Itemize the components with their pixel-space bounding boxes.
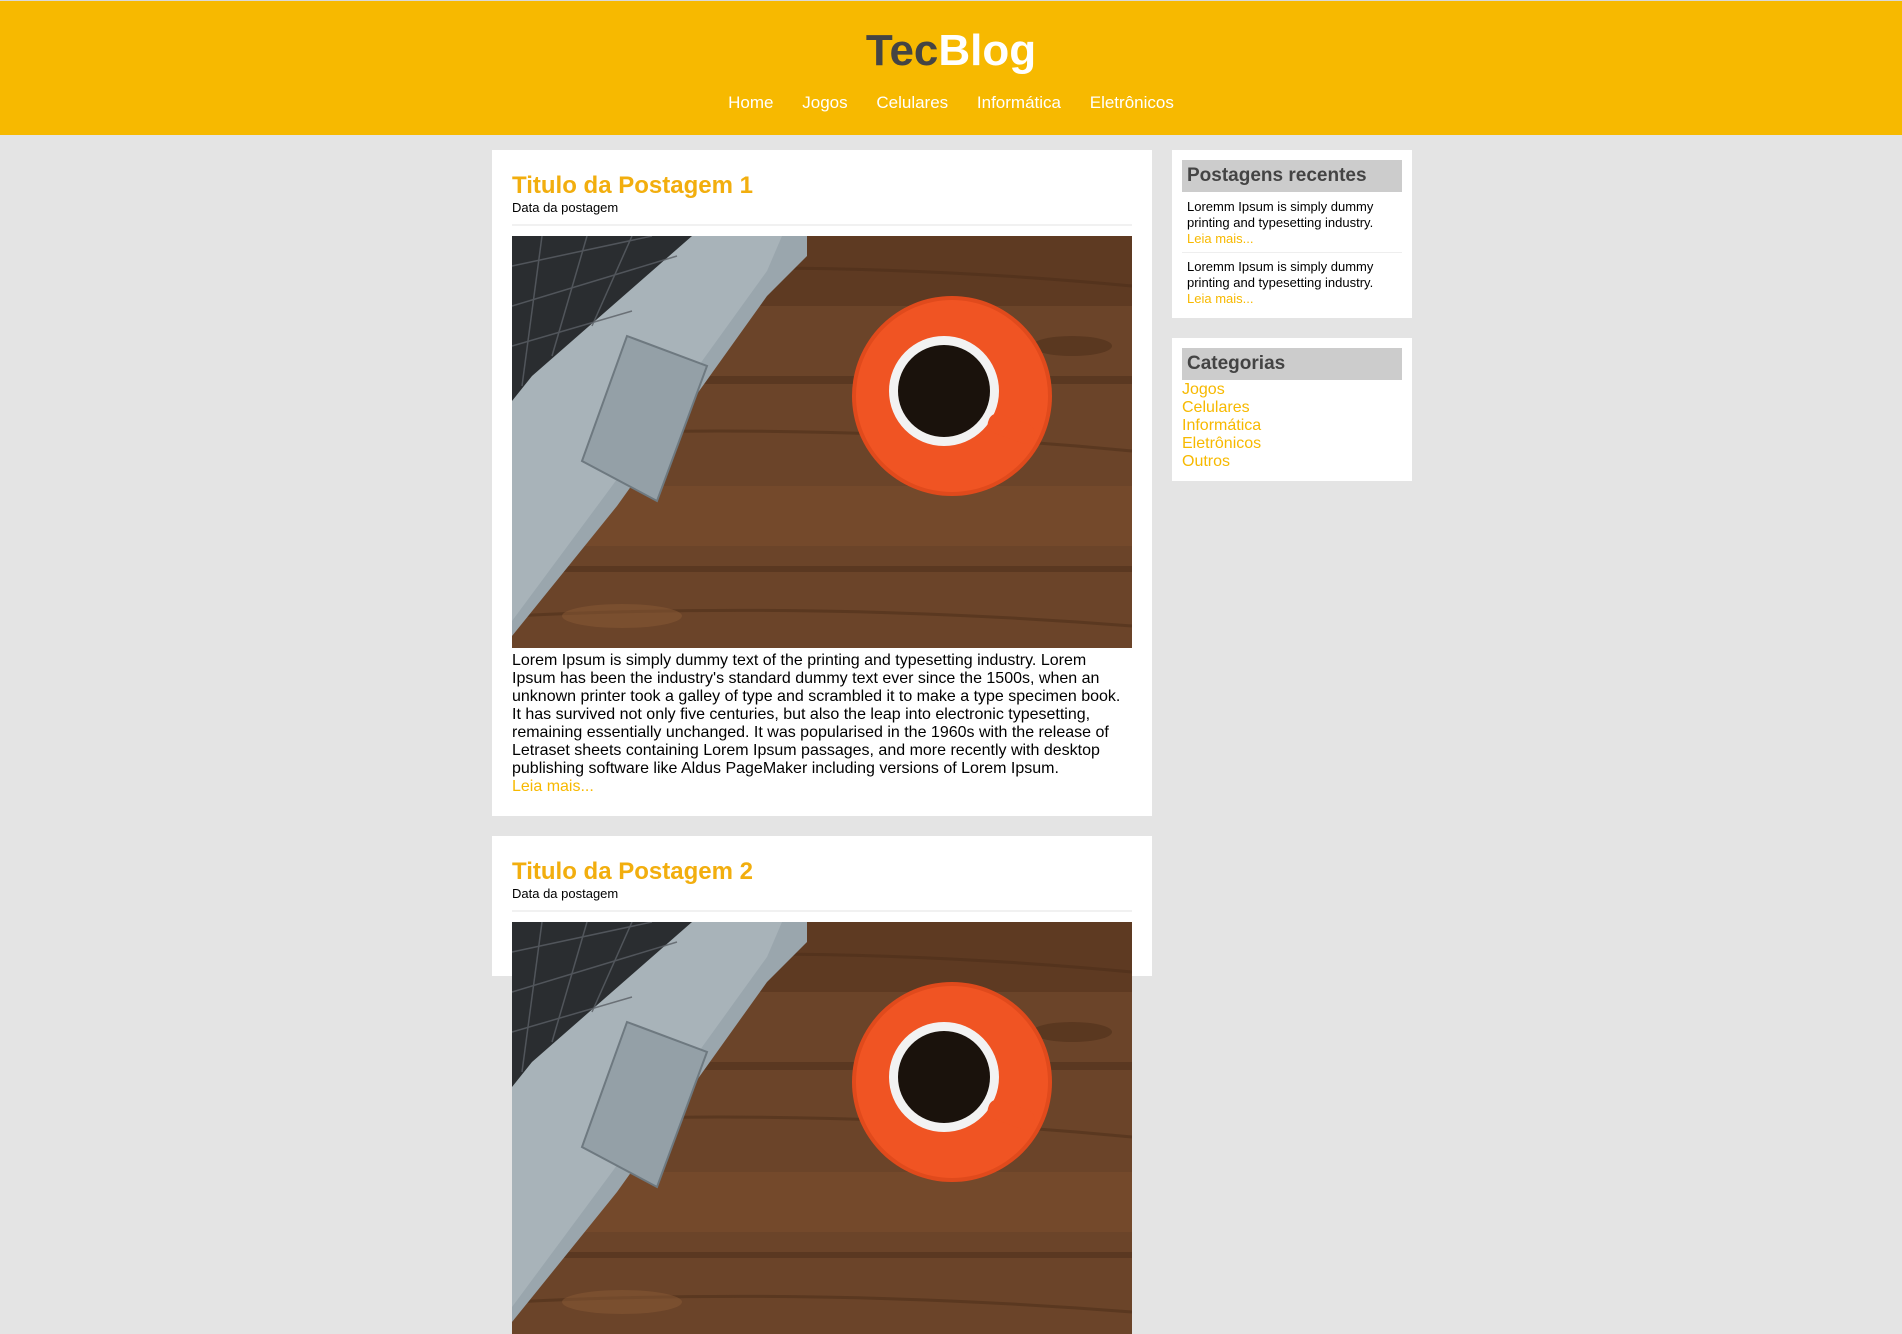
nav-informatica[interactable]: Informática: [977, 93, 1061, 112]
post-image: [512, 922, 1132, 1334]
post-date: Data da postagem: [512, 886, 619, 901]
category-jogos[interactable]: Jogos: [1182, 381, 1402, 399]
category-celulares[interactable]: Celulares: [1182, 399, 1402, 417]
logo-part-blog: Blog: [938, 26, 1037, 75]
nav-jogos[interactable]: Jogos: [802, 93, 847, 112]
site-header: TecBlog Home Jogos Celulares Informática…: [0, 0, 1902, 135]
recent-post-text: Loremm Ipsum is simply dummy printing an…: [1187, 199, 1374, 230]
recent-post-item: Loremm Ipsum is simply dummy printing an…: [1182, 252, 1402, 312]
recent-posts-list: Loremm Ipsum is simply dummy printing an…: [1182, 196, 1402, 312]
main-nav: Home Jogos Celulares Informática Eletrôn…: [0, 93, 1902, 113]
nav-eletronicos[interactable]: Eletrônicos: [1090, 93, 1174, 112]
category-informatica[interactable]: Informática: [1182, 417, 1402, 435]
recent-post-item: Loremm Ipsum is simply dummy printing an…: [1182, 196, 1402, 252]
logo-part-tec: Tec: [865, 26, 939, 75]
categories-widget: Categorias Jogos Celulares Informática E…: [1172, 338, 1412, 481]
category-outros[interactable]: Outros: [1182, 453, 1402, 471]
recent-post-text: Loremm Ipsum is simply dummy printing an…: [1187, 259, 1374, 290]
post-card: Titulo da Postagem 2 Data da postagem: [492, 836, 1152, 976]
categories-title: Categorias: [1182, 348, 1402, 380]
laptop-coffee-image: [512, 922, 1132, 1334]
site-logo[interactable]: TecBlog: [0, 27, 1902, 75]
nav-celulares[interactable]: Celulares: [876, 93, 948, 112]
categories-list: Jogos Celulares Informática Eletrônicos …: [1182, 381, 1402, 471]
recent-post-read-more[interactable]: Leia mais...: [1187, 291, 1397, 306]
recent-post-read-more[interactable]: Leia mais...: [1187, 231, 1397, 246]
nav-home[interactable]: Home: [728, 93, 773, 112]
post-excerpt: Lorem Ipsum is simply dummy text of the …: [512, 652, 1121, 777]
post-divider: [512, 224, 1132, 226]
post-divider: [512, 910, 1132, 912]
recent-posts-widget: Postagens recentes Loremm Ipsum is simpl…: [1172, 150, 1412, 318]
read-more-link[interactable]: Leia mais...: [512, 778, 594, 796]
recent-posts-title: Postagens recentes: [1182, 160, 1402, 192]
laptop-coffee-image: [512, 236, 1132, 648]
category-eletronicos[interactable]: Eletrônicos: [1182, 435, 1402, 453]
post-card: Titulo da Postagem 1 Data da postagem Lo…: [492, 150, 1152, 816]
post-date: Data da postagem: [512, 200, 619, 215]
post-image: [512, 236, 1132, 648]
post-title[interactable]: Titulo da Postagem 2: [512, 858, 1132, 886]
post-title[interactable]: Titulo da Postagem 1: [512, 172, 1132, 200]
